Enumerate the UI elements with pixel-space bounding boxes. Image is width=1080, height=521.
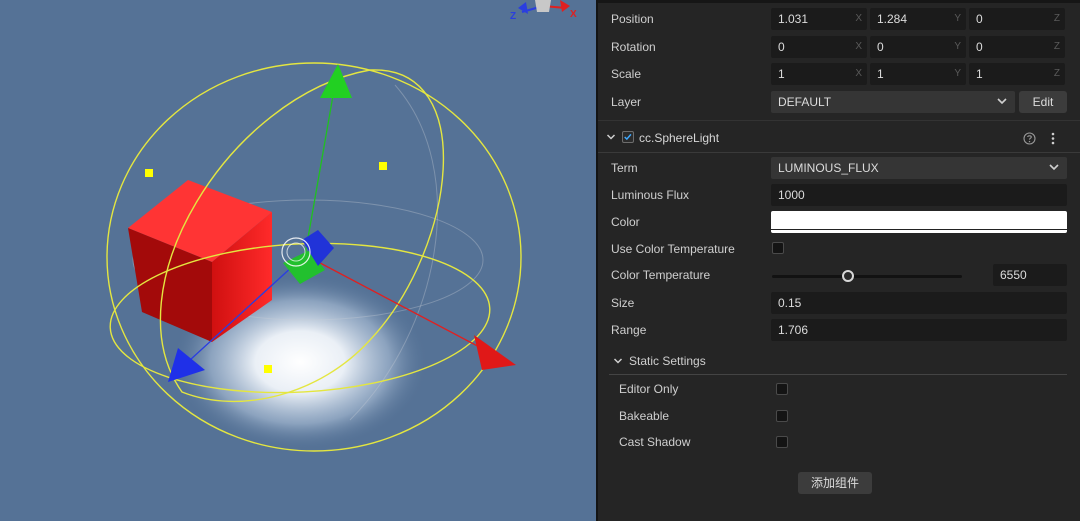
- color-swatch[interactable]: [771, 211, 1067, 233]
- add-component-button[interactable]: 添加组件: [798, 472, 872, 494]
- size-label: Size: [611, 296, 635, 310]
- range-handle[interactable]: [145, 169, 153, 177]
- color-temperature-slider-track[interactable]: [772, 275, 962, 278]
- position-y-field[interactable]: 1.284 Y: [870, 8, 966, 30]
- static-settings-divider: [609, 374, 1067, 375]
- chevron-down-icon: [997, 98, 1007, 105]
- rotation-label: Rotation: [611, 40, 656, 54]
- use-color-temperature-row: Use Color Temperature: [598, 238, 1080, 260]
- position-row: Position 1.031 X 1.284 Y 0Z: [598, 8, 1080, 30]
- component-title: cc.SphereLight: [639, 131, 720, 145]
- range-row: Range 1.706: [598, 319, 1080, 341]
- color-temperature-label: Color Temperature: [611, 268, 711, 282]
- color-temperature-field[interactable]: 6550: [993, 264, 1067, 286]
- component-header-divider: [598, 152, 1080, 153]
- range-handle[interactable]: [379, 162, 387, 170]
- component-enabled-checkbox[interactable]: [622, 131, 634, 143]
- size-field[interactable]: 0.15: [771, 292, 1067, 314]
- layer-select[interactable]: DEFAULT: [771, 91, 1015, 113]
- component-header[interactable]: cc.SphereLight: [598, 128, 1080, 148]
- luminous-flux-field[interactable]: 1000: [771, 184, 1067, 206]
- editor-only-checkbox[interactable]: [776, 383, 788, 395]
- luminous-flux-row: Luminous Flux 1000: [598, 184, 1080, 206]
- cast-shadow-label: Cast Shadow: [619, 435, 691, 449]
- help-icon[interactable]: [1023, 132, 1036, 145]
- scene-viewport[interactable]: Z Y X: [0, 0, 596, 521]
- static-settings-title: Static Settings: [629, 354, 706, 368]
- checkmark-icon: [624, 133, 632, 141]
- use-color-temperature-label: Use Color Temperature: [611, 242, 735, 256]
- section-divider: [598, 120, 1080, 121]
- layer-edit-button[interactable]: Edit: [1019, 91, 1067, 113]
- range-field[interactable]: 1.706: [771, 319, 1067, 341]
- color-row: Color: [598, 211, 1080, 233]
- cast-shadow-row: Cast Shadow: [598, 432, 1080, 452]
- scale-x-field[interactable]: 1X: [771, 63, 867, 85]
- gizmo-z-label: Z: [510, 11, 516, 22]
- gizmo-x-label: X: [570, 9, 577, 20]
- range-handle[interactable]: [264, 365, 272, 373]
- layer-label: Layer: [611, 95, 642, 109]
- scene-canvas[interactable]: Z Y X: [0, 0, 596, 521]
- color-temperature-slider-knob[interactable]: [842, 270, 854, 282]
- layer-row: Layer DEFAULT Edit: [598, 91, 1080, 113]
- scale-y-field[interactable]: 1Y: [870, 63, 966, 85]
- luminous-flux-label: Luminous Flux: [611, 188, 690, 202]
- orientation-gizmo[interactable]: Z Y X: [510, 0, 577, 22]
- x-axis-arrow[interactable]: [474, 335, 516, 370]
- panel-top-border: [598, 0, 1080, 3]
- cast-shadow-checkbox[interactable]: [776, 436, 788, 448]
- inspector-panel: Position 1.031 X 1.284 Y 0Z Rotation 0X 0Y…: [598, 0, 1080, 521]
- position-z-field[interactable]: 0Z: [969, 8, 1065, 30]
- scale-label: Scale: [611, 67, 642, 81]
- chevron-down-icon[interactable]: [613, 356, 623, 366]
- static-settings-header[interactable]: Static Settings: [598, 352, 1080, 370]
- bakeable-row: Bakeable: [598, 406, 1080, 426]
- editor-only-label: Editor Only: [619, 382, 679, 396]
- bakeable-label: Bakeable: [619, 409, 670, 423]
- size-row: Size 0.15: [598, 292, 1080, 314]
- range-label: Range: [611, 323, 647, 337]
- alpha-bar: [771, 229, 1067, 230]
- rotation-x-field[interactable]: 0X: [771, 36, 867, 58]
- scale-z-field[interactable]: 1Z: [969, 63, 1065, 85]
- chevron-down-icon: [1049, 164, 1059, 171]
- more-options-icon[interactable]: [1050, 132, 1056, 145]
- use-color-temperature-checkbox[interactable]: [772, 242, 784, 254]
- editor-only-row: Editor Only: [598, 379, 1080, 399]
- position-label: Position: [611, 12, 654, 26]
- term-select[interactable]: LUMINOUS_FLUX: [771, 157, 1067, 179]
- y-axis-arrow[interactable]: [320, 64, 352, 98]
- rotation-row: Rotation 0X 0Y 0Z: [598, 36, 1080, 58]
- rotation-z-field[interactable]: 0Z: [969, 36, 1065, 58]
- rotation-y-field[interactable]: 0Y: [870, 36, 966, 58]
- term-row: Term LUMINOUS_FLUX: [598, 157, 1080, 179]
- term-label: Term: [611, 161, 638, 175]
- color-temperature-row: Color Temperature 6550: [598, 264, 1080, 286]
- chevron-down-icon[interactable]: [606, 132, 616, 142]
- position-x-field[interactable]: 1.031 X: [771, 8, 867, 30]
- bakeable-checkbox[interactable]: [776, 410, 788, 422]
- gizmo-y-label: Y: [540, 0, 547, 1]
- color-label: Color: [611, 215, 640, 229]
- scale-row: Scale 1X 1Y 1Z: [598, 63, 1080, 85]
